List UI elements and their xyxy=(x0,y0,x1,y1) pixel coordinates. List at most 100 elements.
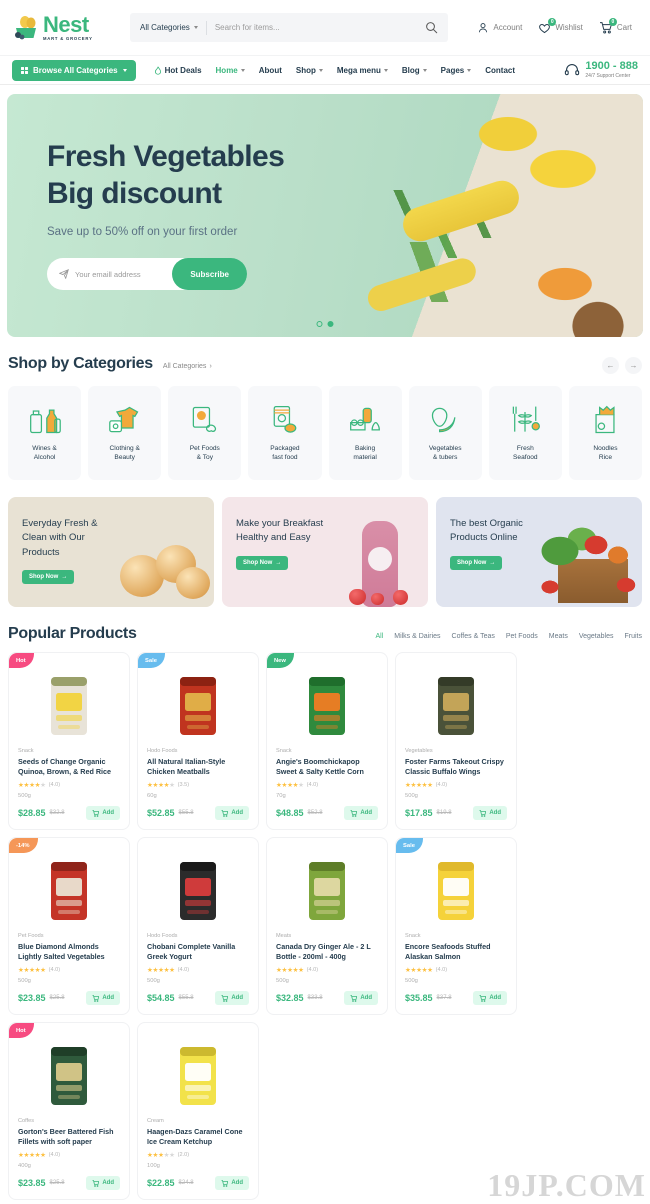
hero-subtitle: Save up to 50% off on your first order xyxy=(47,226,238,239)
product-price: $32.85 xyxy=(276,993,304,1003)
product-price: $23.85 xyxy=(18,1178,46,1188)
tab-meats[interactable]: Meats xyxy=(549,633,568,640)
cart-button[interactable]: 0 Cart xyxy=(599,17,632,34)
product-category: Vegetables xyxy=(405,748,433,754)
wishlist-button[interactable]: 0 Wishlist xyxy=(538,17,583,34)
nav-item-pages[interactable]: Pages xyxy=(441,66,472,75)
vegetables-icon xyxy=(432,407,456,433)
product-card[interactable]: Sale Hodo Foods All Natural Italian-Styl… xyxy=(137,652,259,830)
promo-banner-breakfast[interactable]: Make your Breakfast Healthy and Easy Sho… xyxy=(222,497,428,607)
product-card[interactable]: New Snack Angie's Boomchickapop Sweet & … xyxy=(266,652,388,830)
category-card-packaged-fast-food[interactable]: Packaged fast food xyxy=(248,386,322,480)
add-to-cart-button[interactable]: Add xyxy=(86,991,120,1005)
browse-all-categories-button[interactable]: Browse All Categories xyxy=(12,59,136,81)
header-actions: Account 0 Wishlist 0 Cart xyxy=(477,17,638,34)
carousel-dots[interactable] xyxy=(316,321,334,327)
nav-item-contact[interactable]: Contact xyxy=(485,66,515,75)
star-icon: ★★★★★ xyxy=(276,967,304,974)
category-label: Noodles Rice xyxy=(593,445,618,461)
carousel-next-button[interactable]: → xyxy=(625,357,642,374)
product-filter-tabs: All Milks & Dairies Coffes & Teas Pet Fo… xyxy=(375,633,642,643)
support-info: 1900 - 888 24/7 Support Center xyxy=(564,61,638,79)
site-logo[interactable]: Nest MART & GROCERY xyxy=(12,13,120,41)
nav-item-shop[interactable]: Shop xyxy=(296,66,323,75)
add-to-cart-button[interactable]: Add xyxy=(215,806,249,820)
add-to-cart-button[interactable]: Add xyxy=(86,806,120,820)
add-to-cart-button[interactable]: Add xyxy=(344,991,378,1005)
product-old-price: $32.8 xyxy=(49,810,65,816)
category-card-baking-material[interactable]: Baking material xyxy=(328,386,402,480)
category-card-clothing-beauty[interactable]: Clothing & Beauty xyxy=(88,386,162,480)
nav-item-mega-menu[interactable]: Mega menu xyxy=(337,66,388,75)
categories-header: Shop by Categories All Categories › ← → xyxy=(0,337,650,374)
shop-now-button[interactable]: Shop Now → xyxy=(450,555,503,570)
product-card[interactable]: Hot Snack Seeds of Change Organic Quinoa… xyxy=(8,652,130,830)
nav-item-home[interactable]: Home xyxy=(216,66,245,75)
product-weight: 500g xyxy=(276,978,289,984)
send-icon xyxy=(59,269,69,280)
add-to-cart-button[interactable]: Add xyxy=(215,991,249,1005)
product-weight: 60g xyxy=(147,793,157,799)
product-card[interactable]: Vegetables Foster Farms Takeout Crispy C… xyxy=(395,652,517,830)
hero-title-line2: Big discount xyxy=(47,176,222,210)
promo-banner-organic[interactable]: The best Organic Products Online Shop No… xyxy=(436,497,642,607)
nav-item-hot-deals[interactable]: Hot Deals xyxy=(154,66,202,75)
product-weight: 70g xyxy=(276,793,286,799)
search-bar[interactable]: All Categories xyxy=(130,13,448,42)
tab-fruits[interactable]: Fruits xyxy=(625,633,643,640)
add-to-cart-button[interactable]: Add xyxy=(473,806,507,820)
tab-all[interactable]: All xyxy=(375,633,383,640)
star-icon: ★★★★★ xyxy=(405,782,433,789)
strawberry-image xyxy=(349,589,366,605)
product-price-row: $23.85 $25.8 Add xyxy=(18,991,120,1005)
promo-banner-fresh-clean[interactable]: Everyday Fresh & Clean with Our Products… xyxy=(8,497,214,607)
product-card[interactable]: Sale Snack Encore Seafoods Stuffed Alask… xyxy=(395,837,517,1015)
subscribe-button[interactable]: Subscribe xyxy=(172,258,247,291)
add-to-cart-button[interactable]: Add xyxy=(215,1176,249,1190)
product-weight: 500g xyxy=(147,978,160,984)
nav-item-about[interactable]: About xyxy=(259,66,282,75)
add-to-cart-button[interactable]: Add xyxy=(86,1176,120,1190)
logo-tagline: MART & GROCERY xyxy=(43,35,93,41)
product-image xyxy=(405,667,507,745)
product-card[interactable]: Meats Canada Dry Ginger Ale - 2 L Bottle… xyxy=(266,837,388,1015)
tab-pet-foods[interactable]: Pet Foods xyxy=(506,633,538,640)
category-card-wines-alcohol[interactable]: Wines & Alcohol xyxy=(8,386,82,480)
product-old-price: $25.8 xyxy=(49,995,65,1001)
tab-vegetables[interactable]: Vegetables xyxy=(579,633,614,640)
tab-coffes-teas[interactable]: Coffes & Teas xyxy=(452,633,495,640)
search-input[interactable] xyxy=(214,23,425,32)
shop-now-button[interactable]: Shop Now → xyxy=(22,569,75,584)
product-rating: ★★★★★ (4.0) xyxy=(405,966,507,974)
carousel-prev-button[interactable]: ← xyxy=(602,357,619,374)
product-card[interactable]: -14% Pet Foods Blue Diamond Almonds Ligh… xyxy=(8,837,130,1015)
search-icon[interactable] xyxy=(425,21,438,34)
category-card-fresh-seafood[interactable]: Fresh Seafood xyxy=(488,386,562,480)
add-to-cart-button[interactable]: Add xyxy=(344,806,378,820)
shop-now-label: Shop Now xyxy=(29,573,59,580)
shop-now-button[interactable]: Shop Now → xyxy=(236,555,289,570)
promo-banners: Everyday Fresh & Clean with Our Products… xyxy=(0,480,650,607)
carousel-dot-1[interactable] xyxy=(316,321,323,327)
product-card[interactable]: Hodo Foods Chobani Complete Vanilla Gree… xyxy=(137,837,259,1015)
hero-title: Fresh Vegetables Big discount xyxy=(47,139,643,212)
carousel-dot-2[interactable] xyxy=(327,321,334,327)
search-category-select[interactable]: All Categories xyxy=(140,23,198,32)
product-card[interactable]: Cream Haagen-Dazs Caramel Cone Ice Cream… xyxy=(137,1022,259,1200)
product-card[interactable]: Hot Coffes Gorton's Beer Battered Fish F… xyxy=(8,1022,130,1200)
carousel-arrows: ← → xyxy=(602,357,642,374)
category-card-noodles-rice[interactable]: Noodles Rice xyxy=(568,386,642,480)
all-categories-link[interactable]: All Categories › xyxy=(163,363,212,370)
category-card-vegetables-tubers[interactable]: Vegetables & tubers xyxy=(408,386,482,480)
product-rating: ★★★★★ (4.0) xyxy=(276,966,378,974)
category-card-pet-foods-toy[interactable]: Pet Foods & Toy xyxy=(168,386,242,480)
product-name: Foster Farms Takeout Crispy Classic Buff… xyxy=(405,757,504,777)
category-list: Wines & Alcohol Clothing & Beauty Pet Fo… xyxy=(0,374,650,480)
tab-milks-dairies[interactable]: Milks & Dairies xyxy=(394,633,440,640)
nav-item-blog[interactable]: Blog xyxy=(402,66,427,75)
product-name: Haagen-Dazs Caramel Cone Ice Cream Ketch… xyxy=(147,1127,243,1147)
add-to-cart-button[interactable]: Add xyxy=(473,991,507,1005)
popular-products-header: Popular Products All Milks & Dairies Cof… xyxy=(0,607,650,643)
product-weight: 500g xyxy=(18,793,31,799)
account-button[interactable]: Account xyxy=(477,22,522,34)
